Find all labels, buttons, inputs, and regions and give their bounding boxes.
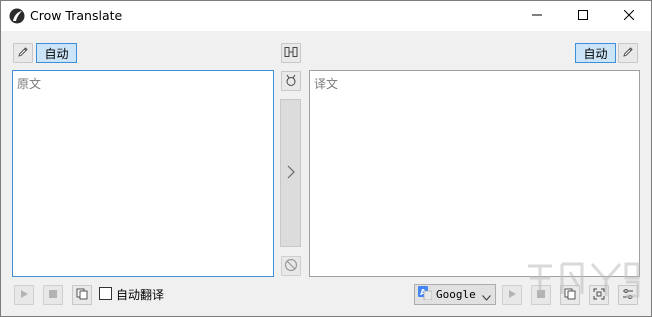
source-speak-button[interactable] [14, 285, 34, 305]
cancel-icon [284, 258, 298, 275]
swap-languages-button[interactable] [281, 43, 301, 63]
auto-translate-label: 自动翻译 [116, 288, 165, 302]
translation-placeholder: 译文 [314, 77, 339, 91]
translate-button[interactable] [280, 99, 301, 247]
minimize-icon [532, 9, 542, 23]
title-bar: Crow Translate [0, 0, 652, 31]
source-language-auto-button[interactable]: 自动 [36, 43, 77, 63]
translation-engine-value: Google [436, 288, 476, 301]
translation-language-label: 自动 [583, 46, 608, 61]
minimize-button[interactable] [514, 0, 560, 31]
chevron-down-icon [482, 290, 491, 304]
maximize-button[interactable] [560, 0, 606, 31]
source-copy-button[interactable] [72, 285, 92, 305]
maximize-icon [578, 9, 588, 23]
abort-translation-button[interactable] [281, 256, 301, 276]
source-edit-languages-button[interactable] [13, 43, 33, 63]
source-text-input[interactable]: 原文 [12, 70, 274, 277]
translation-text-output[interactable]: 译文 [309, 70, 640, 277]
close-icon [623, 9, 635, 23]
translation-language-auto-button[interactable]: 自动 [575, 43, 616, 63]
source-placeholder: 原文 [17, 77, 42, 91]
copy-icon [76, 288, 88, 303]
close-button[interactable] [606, 0, 652, 31]
google-translate-icon: A [418, 286, 433, 303]
clear-text-button[interactable] [281, 71, 301, 91]
pencil-icon [622, 46, 634, 61]
stop-icon [48, 288, 58, 302]
download-site-watermark-logo [522, 252, 642, 310]
broom-icon [284, 73, 298, 90]
swap-languages-icon [284, 46, 298, 61]
source-language-label: 自动 [44, 46, 69, 61]
source-stop-speak-button[interactable] [43, 285, 63, 305]
translation-speak-button[interactable] [502, 285, 522, 305]
translation-engine-select[interactable]: A Google [414, 284, 496, 305]
crow-app-icon [9, 8, 25, 24]
play-icon [507, 288, 517, 302]
window-title: Crow Translate [30, 8, 123, 23]
translation-edit-languages-button[interactable] [618, 43, 638, 63]
play-icon [19, 288, 29, 302]
chevron-right-icon [287, 165, 295, 182]
pencil-icon [17, 46, 29, 61]
auto-translate-checkbox[interactable] [99, 287, 112, 300]
